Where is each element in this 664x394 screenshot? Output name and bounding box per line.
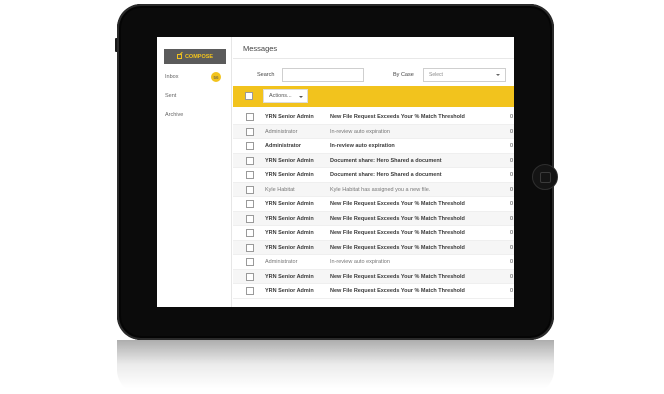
select-all-checkbox[interactable] — [245, 92, 253, 100]
row-checkbox[interactable] — [246, 229, 254, 237]
message-subject: New File Request Exceeds Your % Match Th… — [330, 201, 465, 207]
row-checkbox[interactable] — [246, 258, 254, 266]
message-sender: YRN Senior Admin — [265, 230, 314, 236]
sidebar-item-sent[interactable]: Sent — [165, 93, 176, 99]
message-subject: New File Request Exceeds Your % Match Th… — [330, 215, 465, 222]
tablet-reflection — [117, 340, 554, 394]
message-subject: Document share: Hero Shared a document — [330, 157, 442, 164]
sidebar-item-inbox[interactable]: Inbox — [165, 74, 178, 80]
sidebar: COMPOSE Inbox 56 Sent Archive — [157, 37, 232, 307]
message-sender: YRN Senior Admin — [265, 273, 314, 280]
row-checkbox[interactable] — [246, 171, 254, 179]
message-trailing-text: 0 — [510, 201, 514, 207]
message-sender: YRN Senior Admin — [265, 114, 314, 120]
message-sender: YRN Senior Admin — [265, 288, 314, 294]
sidebar-item-label: Inbox — [165, 74, 179, 80]
message-sender: Administrator — [265, 259, 298, 265]
message-row[interactable]: Administrator In-review auto expiration 0 — [233, 124, 514, 139]
message-list: YRN Senior Admin New File Request Exceeds… — [233, 110, 514, 299]
row-checkbox[interactable] — [246, 185, 254, 194]
message-subject: Document share: Hero Shared a document — [330, 172, 442, 178]
page-title: Messages — [243, 44, 278, 53]
row-checkbox[interactable] — [246, 243, 254, 252]
sidebar-item-label: Sent — [165, 93, 177, 99]
inbox-count-badge: 56 — [211, 72, 221, 82]
message-row[interactable]: Kyle Habitat Kyle Habitat has assigned yo… — [233, 182, 514, 197]
message-row[interactable]: YRN Senior Admin New File Request Exceeds… — [233, 211, 514, 226]
actions-label: Actions... — [269, 93, 292, 99]
message-row[interactable]: YRN Senior Admin New File Request Exceeds… — [233, 197, 514, 212]
row-checkbox[interactable] — [246, 287, 254, 295]
message-trailing-text: 0 — [510, 157, 514, 164]
message-subject: New File Request Exceeds Your % Match Th… — [330, 114, 465, 120]
row-checkbox[interactable] — [246, 113, 254, 121]
row-checkbox[interactable] — [246, 156, 254, 165]
message-row[interactable]: YRN Senior Admin Document share: Hero Sha… — [233, 153, 514, 168]
message-row[interactable]: YRN Senior Admin New File Request Exceeds… — [233, 240, 514, 255]
chevron-down-icon — [496, 74, 500, 76]
message-trailing-text: 0 — [510, 215, 514, 222]
message-sender: Administrator — [265, 128, 298, 135]
chevron-down-icon — [299, 96, 303, 98]
message-sender: YRN Senior Admin — [265, 201, 314, 207]
message-row[interactable]: YRN Senior Admin New File Request Exceeds… — [233, 110, 514, 125]
message-subject: In-review auto expiration — [330, 143, 395, 149]
message-sender: YRN Senior Admin — [265, 215, 314, 222]
message-row[interactable]: YRN Senior Admin New File Request Exceeds… — [233, 269, 514, 284]
app-screen: COMPOSE Inbox 56 Sent Archive Messages S… — [157, 37, 514, 307]
search-label: Search — [257, 72, 275, 78]
message-trailing-text: 0 — [510, 172, 514, 178]
message-subject: New File Request Exceeds Your % Match Th… — [330, 230, 465, 236]
message-trailing-text: 0 — [510, 230, 514, 236]
action-toolbar: Actions... — [233, 86, 514, 107]
message-trailing-text: 0 — [510, 114, 514, 120]
message-sender: Administrator — [265, 143, 302, 149]
compose-button[interactable]: COMPOSE — [164, 49, 226, 64]
sidebar-item-label: Archive — [165, 112, 184, 118]
message-sender: YRN Senior Admin — [265, 157, 314, 164]
by-case-label: By Case — [393, 72, 414, 78]
message-trailing-text: 0 — [510, 128, 514, 135]
message-trailing-text: 0 — [510, 288, 514, 294]
message-row[interactable]: YRN Senior Admin New File Request Exceeds… — [233, 226, 514, 241]
actions-dropdown[interactable]: Actions... — [263, 89, 308, 103]
row-checkbox[interactable] — [246, 142, 254, 150]
message-subject: New File Request Exceeds Your % Match Th… — [330, 288, 465, 294]
message-sender: YRN Senior Admin — [265, 244, 314, 251]
divider — [233, 58, 514, 59]
home-button — [532, 164, 558, 190]
message-sender: Kyle Habitat — [265, 186, 295, 193]
message-trailing-text: 0 — [510, 244, 514, 251]
message-subject: New File Request Exceeds Your % Match Th… — [330, 273, 465, 280]
message-trailing-text: 0 — [510, 143, 514, 149]
message-trailing-text: 0 — [510, 186, 514, 193]
row-checkbox[interactable] — [246, 272, 254, 281]
row-checkbox[interactable] — [246, 214, 254, 223]
message-row[interactable]: Administrator In-review auto expiration 0 — [233, 139, 514, 154]
edit-icon — [176, 54, 182, 59]
sidebar-item-archive[interactable]: Archive — [165, 112, 183, 118]
message-subject: In-review auto expiration — [330, 259, 390, 265]
by-case-selected: Select — [429, 72, 443, 78]
message-subject: Kyle Habitat has assigned you a new file… — [330, 186, 431, 193]
message-row[interactable]: YRN Senior Admin New File Request Exceeds… — [233, 284, 514, 299]
row-checkbox[interactable] — [246, 200, 254, 208]
message-sender: YRN Senior Admin — [265, 172, 314, 178]
messages-panel: Messages Search By Case Select Actions..… — [233, 37, 514, 307]
compose-label: COMPOSE — [184, 53, 214, 60]
message-trailing-text: 0 — [510, 273, 514, 280]
message-subject: New File Request Exceeds Your % Match Th… — [330, 244, 465, 251]
row-checkbox[interactable] — [246, 127, 254, 136]
message-row[interactable]: Administrator In-review auto expiration 0 — [233, 255, 514, 270]
message-subject: In-review auto expiration — [330, 128, 390, 135]
message-trailing-text: 0 — [510, 259, 514, 265]
by-case-select[interactable]: Select — [423, 68, 506, 82]
search-input[interactable] — [282, 68, 364, 82]
message-row[interactable]: YRN Senior Admin Document share: Hero Sha… — [233, 168, 514, 183]
